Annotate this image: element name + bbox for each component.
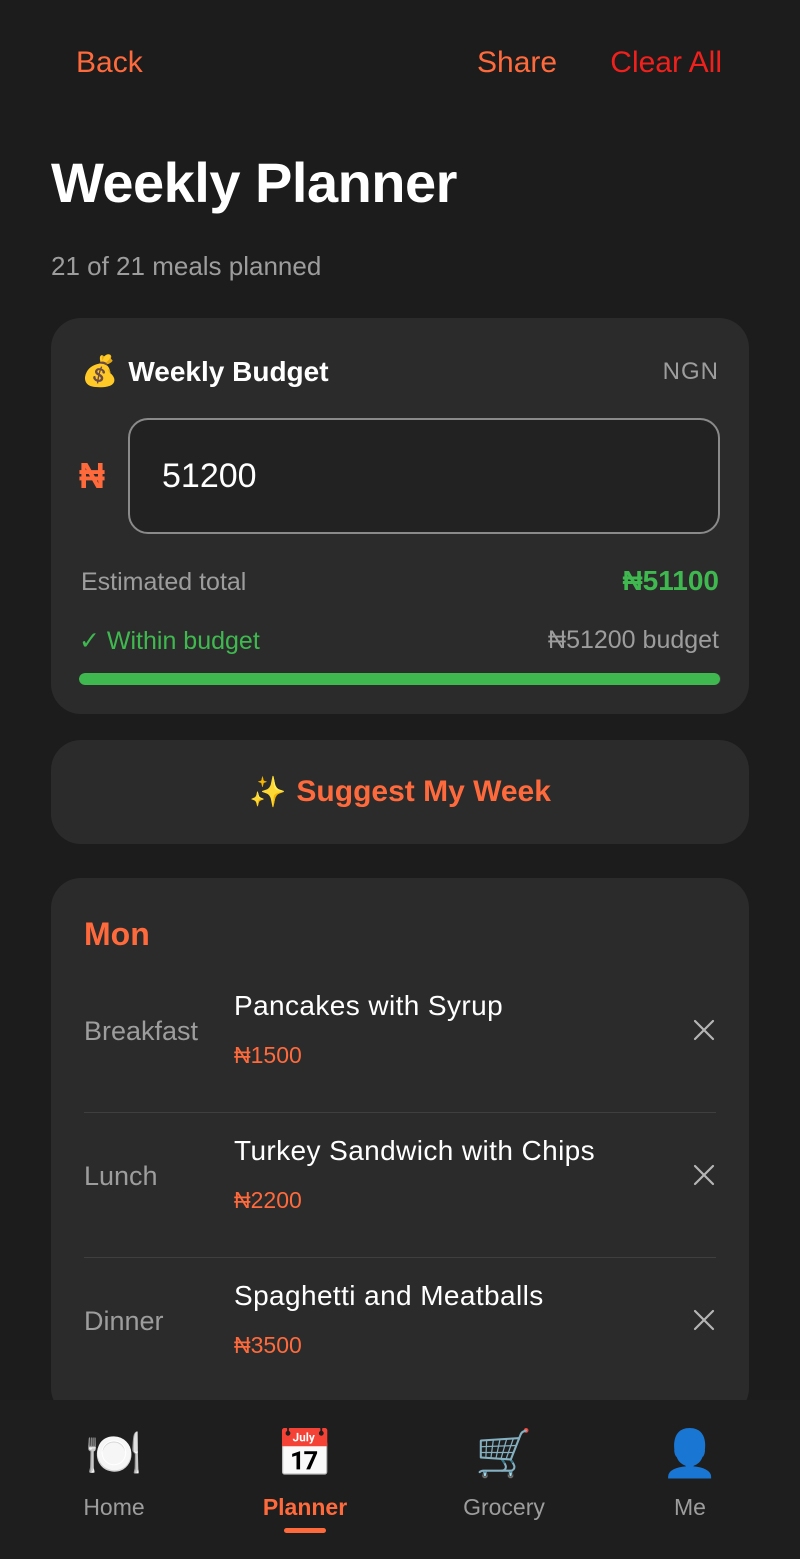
close-icon[interactable] <box>692 1018 716 1042</box>
person-icon: 👤 <box>661 1427 719 1479</box>
clear-all-button[interactable]: Clear All <box>610 46 722 80</box>
nav-label: Planner <box>262 1494 348 1520</box>
day-name: Mon <box>84 916 150 952</box>
bottom-navigation: 🍽️ Home 📅 Planner 🛒 Grocery 👤 Me <box>0 1400 800 1559</box>
cart-icon: 🛒 <box>475 1427 533 1479</box>
nav-item-home[interactable]: 🍽️ Home <box>34 1426 194 1521</box>
budget-progress-fill <box>79 673 720 685</box>
currency-code: NGN <box>662 358 719 385</box>
close-icon[interactable] <box>692 1163 716 1187</box>
meal-row-lunch[interactable]: Lunch Turkey Sandwich with Chips ₦2200 <box>84 1113 716 1258</box>
meal-slot: Breakfast <box>84 1016 199 1046</box>
nav-item-planner[interactable]: 📅 Planner <box>225 1426 385 1521</box>
plate-icon: 🍽️ <box>85 1427 143 1479</box>
budget-progress-bar <box>79 673 721 685</box>
meal-price: ₦3500 <box>234 1332 302 1358</box>
nav-item-grocery[interactable]: 🛒 Grocery <box>424 1426 584 1521</box>
meal-price: ₦2200 <box>234 1187 302 1213</box>
budget-label: Weekly Budget <box>128 355 329 387</box>
meals-planned-count: 21 of 21 meals planned <box>51 251 322 281</box>
weekly-budget-card: 💰 Weekly Budget NGN ₦ Estimated total ₦5… <box>51 318 749 714</box>
share-button[interactable]: Share <box>477 46 557 80</box>
estimated-total-value: ₦51100 <box>622 565 719 596</box>
budget-input[interactable] <box>128 418 720 534</box>
budget-status: ✓ Within budget <box>79 627 260 655</box>
close-icon[interactable] <box>692 1308 716 1332</box>
naira-symbol: ₦ <box>79 455 105 496</box>
weekly-planner-screen: Back Share Clear All Weekly Planner 21 o… <box>0 0 800 1559</box>
nav-item-me[interactable]: 👤 Me <box>610 1426 770 1521</box>
meal-row-dinner[interactable]: Dinner Spaghetti and Meatballs ₦3500 <box>84 1258 716 1403</box>
page-title: Weekly Planner <box>51 151 457 214</box>
meal-row-breakfast[interactable]: Breakfast Pancakes with Syrup ₦1500 <box>84 968 716 1113</box>
budget-header: 💰 Weekly Budget <box>81 354 329 389</box>
estimated-total-label: Estimated total <box>81 568 247 596</box>
money-bag-icon: 💰 <box>81 355 119 388</box>
suggest-label: Suggest My Week <box>296 775 551 808</box>
sparkles-icon: ✨ <box>249 775 287 809</box>
meal-name: Pancakes with Syrup <box>234 990 504 1021</box>
top-bar: Back Share Clear All <box>0 0 800 130</box>
budget-limit: ₦51200 budget <box>548 626 719 654</box>
suggest-my-week-button[interactable]: ✨ Suggest My Week <box>51 740 749 844</box>
meal-slot: Dinner <box>84 1306 164 1336</box>
meal-name: Spaghetti and Meatballs <box>234 1280 544 1311</box>
active-tab-indicator <box>284 1528 326 1533</box>
meal-price: ₦1500 <box>234 1042 302 1068</box>
nav-label: Me <box>674 1494 706 1520</box>
calendar-icon: 📅 <box>276 1427 334 1479</box>
nav-label: Grocery <box>463 1494 545 1520</box>
day-card-mon: Mon Breakfast Pancakes with Syrup ₦1500 … <box>51 878 749 1418</box>
nav-label: Home <box>83 1494 145 1520</box>
back-button[interactable]: Back <box>76 46 143 80</box>
meal-slot: Lunch <box>84 1161 158 1191</box>
meal-name: Turkey Sandwich with Chips <box>234 1135 596 1166</box>
